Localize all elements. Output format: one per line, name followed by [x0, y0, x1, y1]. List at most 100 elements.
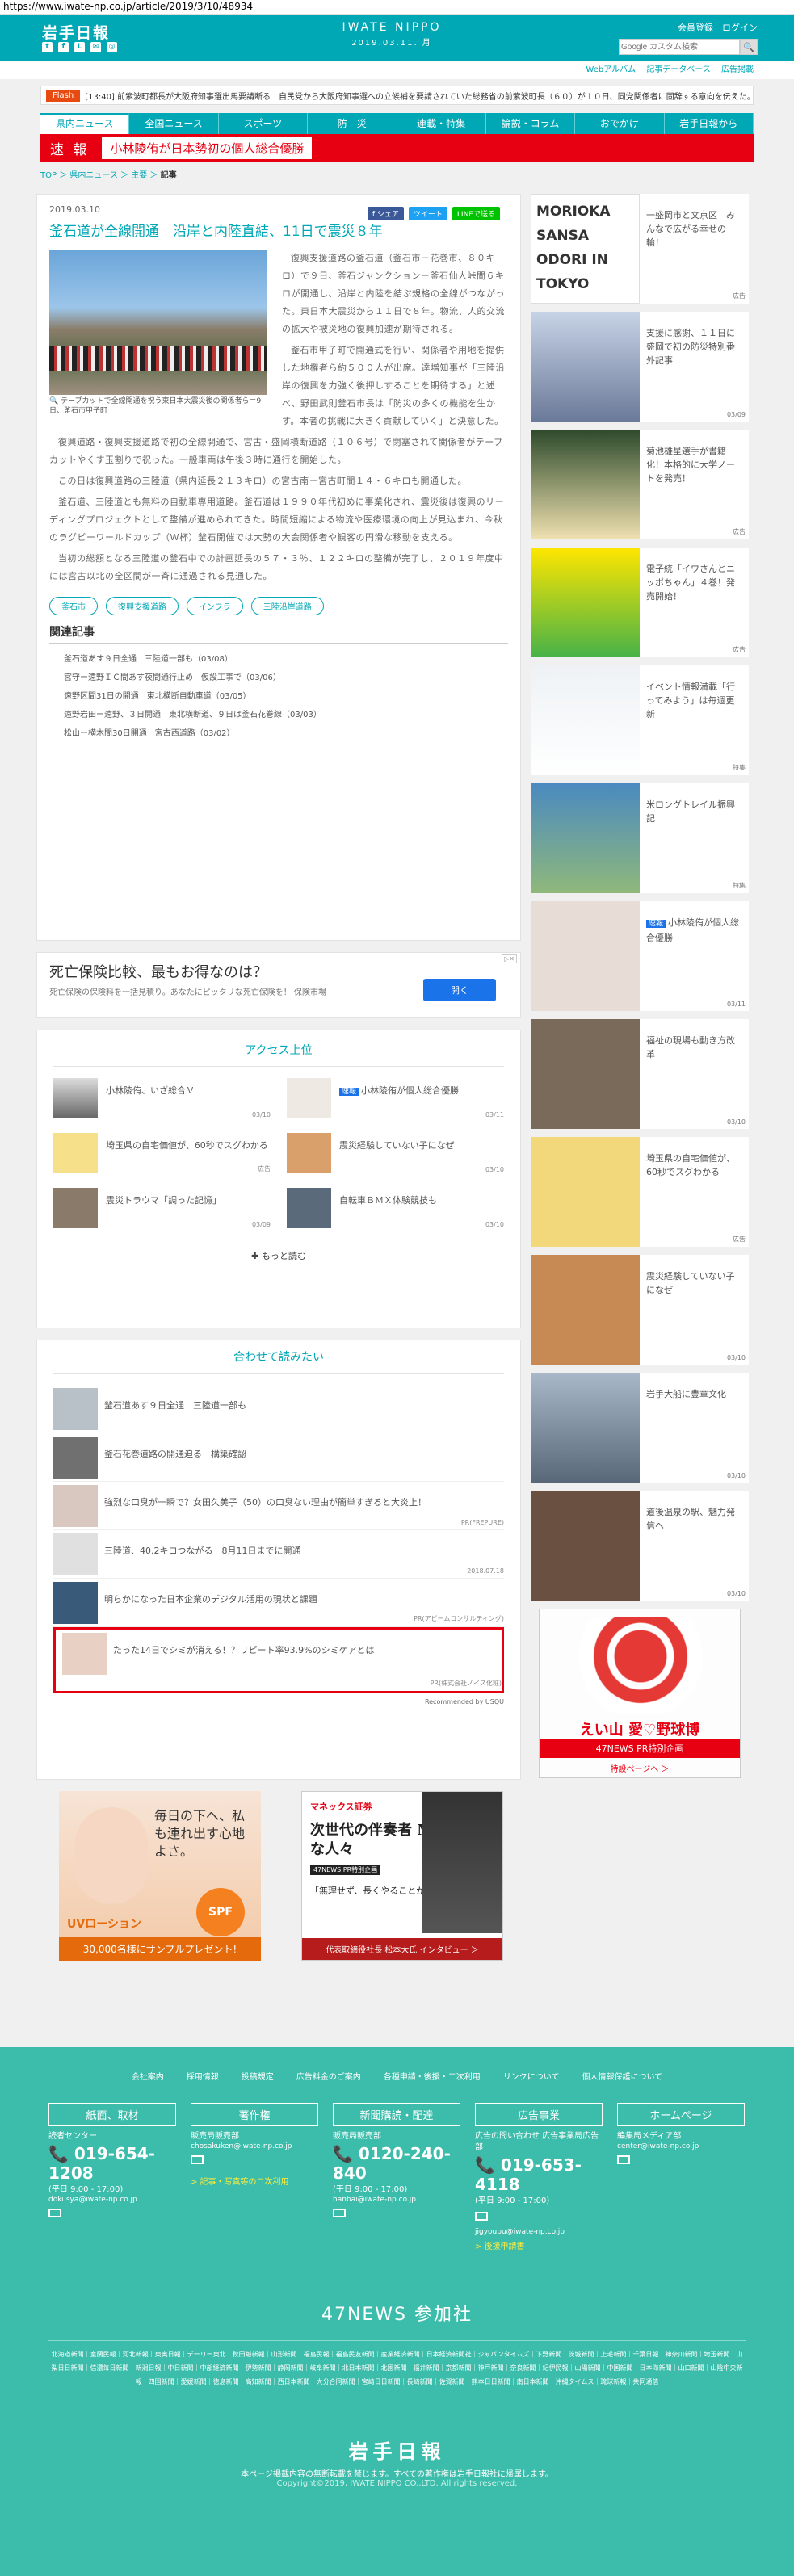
sidebar-thumb[interactable] — [531, 1137, 640, 1247]
sidebar-thumb[interactable] — [531, 665, 640, 775]
recommended-text[interactable]: たった14日でシミが消える！？リピート率93.9%のシミケアとは — [113, 1633, 374, 1657]
ranking-thumb[interactable] — [53, 1133, 98, 1173]
sidebar-thumb[interactable] — [531, 548, 640, 657]
related-link[interactable]: 釜石道あす９日全通 三陸道一部も（03/08） — [49, 650, 508, 669]
ranking-item[interactable]: 震災経験していない子になぜ 03/10 — [287, 1133, 504, 1173]
sidebar-thumb[interactable] — [531, 1019, 640, 1129]
footer-link[interactable]: 広告料金のご案内 — [296, 2070, 361, 2082]
mail-icon[interactable] — [475, 2212, 488, 2221]
contact-head[interactable]: 広告事業 — [475, 2103, 603, 2126]
sidebar-text[interactable]: 岩手大船に豊章文化 — [640, 1373, 733, 1483]
site-logo[interactable]: 岩手日報 — [42, 21, 110, 43]
nav-sports[interactable]: スポーツ — [219, 113, 309, 134]
ad-open-button[interactable]: 開く — [423, 979, 496, 1001]
more-button[interactable]: ✚ もっと読む — [53, 1249, 504, 1262]
recommended-thumb[interactable] — [53, 1485, 98, 1527]
ranking-item[interactable]: 速報 小林陵侑が個人総合優勝 03/11 — [287, 1078, 504, 1118]
instagram-icon[interactable]: ◎ — [107, 42, 117, 52]
nav-disaster[interactable]: 防 災 — [308, 113, 397, 134]
flash-text[interactable]: [13:40] 前紫波町都長が大阪府知事選出馬要請断る 自民党から大阪府知事選へ… — [85, 90, 753, 102]
recommended-thumb[interactable] — [53, 1437, 98, 1479]
recommended-item[interactable]: 三陸道、40.2キロつながる 8月11日までに開通 2018.07.18 — [53, 1530, 504, 1579]
ranking-text[interactable]: 速報 小林陵侑が個人総合優勝 — [339, 1078, 459, 1118]
sidebar-item[interactable]: イベント情報満載「行ってみよう」は毎週更新 特集 — [531, 665, 749, 775]
ranking-item[interactable]: 自転車ＢＭＸ体験競技も 03/10 — [287, 1188, 504, 1228]
ranking-item[interactable]: 埼玉県の自宅価値が、60秒でスグわかる 広告 — [53, 1133, 271, 1173]
tag-kamaishi[interactable]: 釜石市 — [49, 597, 98, 615]
line-share-button[interactable]: LINEで送る — [452, 207, 500, 220]
facebook-icon[interactable]: f — [58, 42, 69, 52]
sidebar-text[interactable]: 米ロングトレイル振興記 — [640, 783, 749, 893]
sidebar-text[interactable]: 福祉の現場も動き方改革 — [640, 1019, 749, 1129]
mail-icon[interactable] — [333, 2209, 346, 2217]
breaking-message[interactable]: 小林陵侑が日本勢初の個人総合優勝 — [102, 136, 313, 159]
recommended-item[interactable]: 強烈な口臭が一瞬で？女田久美子（50）の口臭ない理由が簡単すぎると大炎上！ PR(… — [53, 1482, 504, 1530]
sidebar-item[interactable]: 菊池雄星選手が書籍化！本格的に大学ノートを発売！ 広告 — [531, 430, 749, 539]
sidebar-item[interactable]: 速報 小林陵侑が個人総合優勝 03/11 — [531, 901, 749, 1011]
sidebar-text[interactable]: 支援に感謝、１１日に盛岡で初の防災特別番外記事 — [640, 312, 749, 422]
ranking-thumb[interactable] — [287, 1133, 331, 1173]
sidebar-text[interactable]: 電子統「イワさんとニッポちゃん」４巻！発売開始！ — [640, 548, 749, 657]
sidebar-text[interactable]: イベント情報満載「行ってみよう」は毎週更新 — [640, 665, 749, 775]
sidebar-item[interactable]: 支援に感謝、１１日に盛岡で初の防災特別番外記事 03/09 — [531, 312, 749, 422]
sidebar-thumb[interactable] — [531, 1255, 640, 1365]
recommended-text[interactable]: 強烈な口臭が一瞬で？女田久美子（50）の口臭ない理由が簡単すぎると大炎上！ — [104, 1485, 426, 1509]
ranking-thumb[interactable] — [53, 1078, 98, 1118]
sidebar-item[interactable]: 福祉の現場も動き方改革 03/10 — [531, 1019, 749, 1129]
ranking-text[interactable]: 埼玉県の自宅価値が、60秒でスグわかる — [106, 1133, 268, 1173]
mail-icon[interactable] — [48, 2209, 61, 2217]
sidebar-text[interactable]: 震災経験していない子になぜ — [640, 1255, 749, 1365]
subnav-database[interactable]: 記事データベース — [646, 65, 711, 74]
contact-email[interactable]: center@iwate-np.co.jp — [617, 2142, 745, 2150]
mail-icon[interactable]: ✉ — [90, 42, 101, 52]
recommended-thumb[interactable] — [62, 1633, 107, 1675]
ranking-text[interactable]: 震災トラウマ「調った記憶」 — [106, 1188, 221, 1228]
article-image[interactable] — [49, 250, 267, 395]
ad-choices-icon[interactable]: ▷✕ — [502, 954, 517, 963]
insurance-ad[interactable]: ▷✕ 死亡保険比較、最もお得なのは？ 死亡保険の保険料を一括見積り。あなたにピッ… — [36, 952, 521, 1018]
ranking-text[interactable]: 自転車ＢＭＸ体験競技も — [339, 1188, 437, 1228]
sidebar-thumb[interactable] — [531, 430, 640, 539]
nav-local-news[interactable]: 県内ニュース — [40, 113, 130, 134]
recommended-text[interactable]: 明らかになった日本企業のデジタル活用の現状と課題 — [104, 1582, 317, 1606]
sidebar-item[interactable]: MORIOKA SANSA ODORI IN TOKYO 一盛岡市と文京区 みんな… — [531, 194, 749, 304]
powered-by[interactable]: Recommended by USQU — [53, 1698, 504, 1705]
ad-b-cta[interactable]: 代表取締役社長 松本大氏 インタビュー ＞ — [302, 1938, 502, 1960]
contact-extra-link[interactable]: > 記事・写真等の二次利用 — [191, 2175, 318, 2187]
contact-email[interactable]: jigyoubu@iwate-np.co.jp — [475, 2228, 603, 2236]
sidebar-text[interactable]: 埼玉県の自宅価値が、60秒でスグわかる — [640, 1137, 749, 1247]
sidebar-item[interactable]: 電子統「イワさんとニッポちゃん」４巻！発売開始！ 広告 — [531, 548, 749, 657]
recommended-item[interactable]: 明らかになった日本企業のデジタル活用の現状と課題 PR(アビームコンサルティング) — [53, 1579, 504, 1627]
contact-head[interactable]: 紙面、取材 — [48, 2103, 176, 2126]
sidebar-item[interactable]: 埼玉県の自宅価値が、60秒でスグわかる 広告 — [531, 1137, 749, 1247]
recommended-item[interactable]: 釜石道あす９日全通 三陸道一部も — [53, 1385, 504, 1433]
contact-head[interactable]: 著作権 — [191, 2103, 318, 2126]
line-icon[interactable]: L — [74, 42, 85, 52]
ranking-thumb[interactable] — [287, 1188, 331, 1228]
sidebar-text[interactable]: 道後温泉の駅、魅力発信へ — [640, 1491, 749, 1601]
footer-link[interactable]: リンクについて — [503, 2070, 560, 2082]
ranking-thumb[interactable] — [53, 1188, 98, 1228]
ranking-text[interactable]: 小林陵侑、いざ総合Ｖ — [106, 1078, 195, 1118]
mail-icon[interactable] — [191, 2155, 204, 2164]
recommended-thumb[interactable] — [53, 1388, 98, 1430]
footer-link[interactable]: 会社案内 — [132, 2070, 164, 2082]
breadcrumb-local[interactable]: 県内ニュース — [69, 171, 118, 180]
sidebar-thumb[interactable] — [531, 312, 640, 422]
sidebar-thumb[interactable] — [531, 901, 640, 1011]
recommended-thumb[interactable] — [53, 1582, 98, 1624]
nav-outing[interactable]: おでかけ — [575, 113, 665, 134]
search-input[interactable] — [619, 39, 740, 55]
contact-email[interactable]: hanbai@iwate-np.co.jp — [333, 2196, 460, 2204]
contact-head[interactable]: ホームページ — [617, 2103, 745, 2126]
recommended-text[interactable]: 三陸道、40.2キロつながる 8月11日までに開通 — [104, 1533, 301, 1558]
twitter-icon[interactable]: t — [42, 42, 53, 52]
related-link[interactable]: 松山ー横木間30日開通 宮古西道路（03/02） — [49, 724, 508, 743]
tag-reconstruction-road[interactable]: 復興支援道路 — [106, 597, 179, 615]
contact-email[interactable]: chosakuken@iwate-np.co.jp — [191, 2142, 318, 2150]
url-bar[interactable]: https://www.iwate-np.co.jp/article/2019/… — [0, 0, 794, 15]
sidebar-item[interactable]: 震災経験していない子になぜ 03/10 — [531, 1255, 749, 1365]
tweet-button[interactable]: ツイート — [408, 207, 447, 220]
ranking-item[interactable]: 震災トラウマ「調った記憶」 03/09 — [53, 1188, 271, 1228]
ranking-item[interactable]: 小林陵侑、いざ総合Ｖ 03/10 — [53, 1078, 271, 1118]
